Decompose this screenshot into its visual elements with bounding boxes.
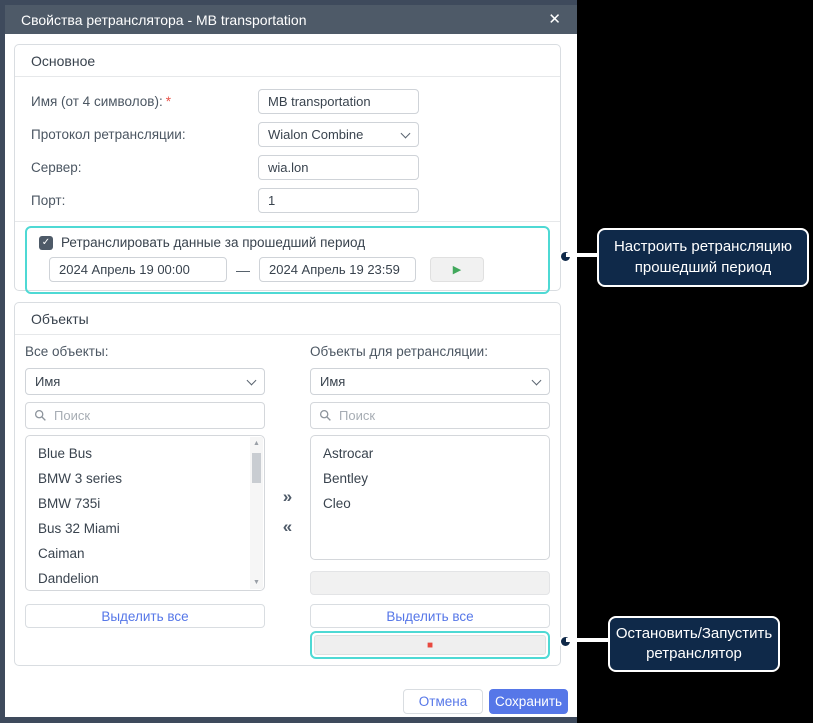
retranslator-properties-dialog: Свойства ретранслятора - MB transportati… (5, 5, 577, 717)
name-label: Имя (от 4 символов):* (31, 94, 258, 109)
all-objects-search-input[interactable] (25, 402, 265, 429)
close-icon[interactable]: ✕ (548, 12, 561, 27)
protocol-select-value: Wialon Combine (268, 127, 363, 142)
protocol-field-row: Протокол ретрансляции: Wialon Combine (31, 122, 544, 147)
retranslation-objects-sort-select[interactable]: Имя (310, 368, 550, 395)
all-objects-sort-select[interactable]: Имя (25, 368, 265, 395)
chevron-down-icon (532, 375, 542, 385)
scrollbar-thumb[interactable] (252, 453, 261, 483)
protocol-label: Протокол ретрансляции: (31, 127, 258, 142)
chevron-down-icon (247, 375, 257, 385)
chevron-down-icon (401, 128, 411, 138)
objects-section-title: Объекты (15, 303, 560, 335)
list-scrollbar[interactable]: ▲ ▼ (250, 437, 263, 589)
list-item[interactable]: Bus 32 Miami (26, 516, 264, 541)
callout-connector-line (566, 638, 610, 642)
dialog-header: Свойства ретранслятора - MB transportati… (5, 5, 577, 34)
server-input[interactable] (258, 155, 419, 180)
server-field-row: Сервер: (31, 155, 544, 180)
dialog-frame: Свойства ретранслятора - MB transportati… (0, 0, 577, 723)
list-item[interactable]: Dandelion (26, 566, 264, 591)
name-field-row: Имя (от 4 символов):* (31, 89, 544, 114)
callout-past-period: Настроить ретрансляцию прошедший период (597, 228, 809, 287)
retranslation-objects-list: Astrocar Bentley Cleo (310, 435, 550, 560)
protocol-select[interactable]: Wialon Combine (258, 122, 419, 147)
cancel-button[interactable]: Отмена (403, 689, 483, 714)
all-objects-label: Все объекты: (25, 344, 265, 359)
server-label: Сервер: (31, 160, 258, 175)
all-objects-list: Blue Bus BMW 3 series BMW 735i Bus 32 Mi… (25, 435, 265, 591)
transfer-controls: » « (265, 338, 310, 659)
list-item[interactable]: Astrocar (311, 441, 549, 466)
date-to-input[interactable] (259, 257, 416, 282)
past-period-checkbox-checked[interactable]: ✓ (39, 236, 53, 250)
retranslation-objects-select-all-button[interactable]: Выделить все (310, 604, 550, 628)
search-icon (319, 409, 332, 427)
scroll-down-icon[interactable]: ▼ (253, 579, 260, 586)
stop-icon: ■ (427, 640, 433, 651)
past-period-label: Ретранслировать данные за прошедший пери… (61, 235, 365, 250)
dialog-footer: Отмена Сохранить (403, 689, 568, 714)
all-objects-search (25, 402, 265, 429)
retranslation-objects-search (310, 402, 550, 429)
objects-columns: Все объекты: Имя Blue Bus BMW 3 series (15, 335, 560, 659)
callout-connector-line (566, 253, 599, 257)
retranslation-objects-sort-value: Имя (320, 374, 345, 389)
main-section-title: Основное (15, 45, 560, 77)
list-item[interactable]: Cleo (311, 491, 549, 516)
list-item[interactable]: Bentley (311, 466, 549, 491)
scroll-up-icon[interactable]: ▲ (253, 440, 260, 447)
retranslation-objects-search-input[interactable] (310, 402, 550, 429)
past-period-checkbox-row: ✓ Ретранслировать данные за прошедший пе… (39, 235, 536, 250)
check-icon: ✓ (42, 238, 50, 248)
port-label: Порт: (31, 193, 258, 208)
stop-start-retranslator-button[interactable]: ■ (314, 635, 546, 655)
save-button[interactable]: Сохранить (489, 689, 568, 714)
play-icon: ▶ (453, 263, 461, 276)
list-item[interactable]: BMW 3 series (26, 466, 264, 491)
divider (15, 221, 560, 222)
port-input[interactable] (258, 188, 419, 213)
transfer-add-icon[interactable]: » (283, 488, 292, 505)
all-objects-column: Все объекты: Имя Blue Bus BMW 3 series (25, 338, 265, 659)
callout-stop-start: Остановить/Запустить ретранслятор (608, 616, 780, 672)
start-past-retranslation-button[interactable]: ▶ (430, 257, 484, 282)
search-icon (34, 409, 47, 427)
list-item[interactable]: Blue Bus (26, 441, 264, 466)
dialog-title: Свойства ретранслятора - MB transportati… (21, 12, 307, 28)
transfer-remove-icon[interactable]: « (283, 518, 292, 535)
main-section: Основное Имя (от 4 символов):* Протокол … (14, 44, 561, 291)
retranslation-progress-bar (310, 571, 550, 595)
past-period-panel: ✓ Ретранслировать данные за прошедший пе… (25, 226, 550, 294)
list-item[interactable]: Caiman (26, 541, 264, 566)
all-objects-select-all-button[interactable]: Выделить все (25, 604, 265, 628)
objects-section: Объекты Все объекты: Имя Bl (14, 302, 561, 666)
required-mark: * (166, 94, 171, 109)
past-period-dates-row: — ▶ (39, 257, 536, 282)
port-field-row: Порт: (31, 188, 544, 213)
name-input[interactable] (258, 89, 419, 114)
retranslation-objects-column: Объекты для ретрансляции: Имя Astrocar B… (310, 338, 550, 659)
list-item[interactable]: BMW 735i (26, 491, 264, 516)
main-fields: Имя (от 4 символов):* Протокол ретрансля… (15, 77, 560, 213)
date-range-separator: — (236, 262, 250, 278)
all-objects-sort-value: Имя (35, 374, 60, 389)
stop-start-button-highlight: ■ (310, 631, 550, 659)
retranslation-objects-label: Объекты для ретрансляции: (310, 344, 550, 359)
date-from-input[interactable] (49, 257, 227, 282)
